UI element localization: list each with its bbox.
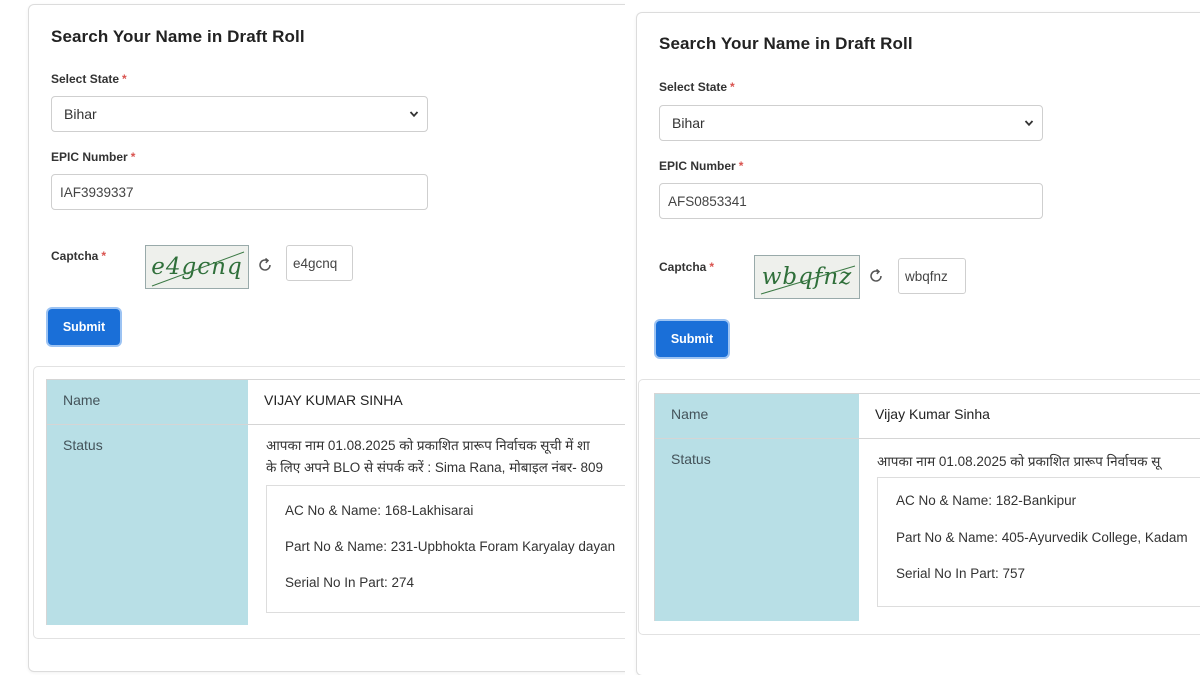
epic-number-label: EPIC Number *: [659, 159, 744, 173]
part-number-name: Part No & Name: 231-Upbhokta Foram Karya…: [285, 539, 616, 554]
page-title: Search Your Name in Draft Roll: [659, 34, 913, 53]
captcha-label: Captcha *: [51, 249, 107, 263]
epic-number-input[interactable]: IAF3939337: [51, 174, 428, 210]
captcha-input[interactable]: wbqfnz: [898, 258, 966, 294]
part-number-name: Part No & Name: 405-Ayurvedik College, K…: [896, 530, 1188, 545]
result-table: Name VIJAY KUMAR SINHA Status आपका नाम 0…: [46, 379, 625, 625]
status-message-line1: आपका नाम 01.08.2025 को प्रकाशित प्रारूप …: [877, 454, 1161, 469]
state-select[interactable]: Bihar: [659, 105, 1043, 141]
page-title: Search Your Name in Draft Roll: [51, 27, 305, 46]
select-state-label: Select State *: [51, 72, 127, 86]
ac-number-name: AC No & Name: 182-Bankipur: [896, 493, 1077, 508]
epic-number-label: EPIC Number *: [51, 150, 136, 164]
serial-number: Serial No In Part: 274: [285, 575, 415, 590]
state-select-value: Bihar: [64, 106, 97, 122]
state-select[interactable]: Bihar: [51, 96, 428, 132]
status-value-cell: आपका नाम 01.08.2025 को प्रकाशित प्रारूप …: [248, 425, 625, 625]
details-box: AC No & Name: 168-Lakhisarai Part No & N…: [266, 485, 625, 613]
state-select-value: Bihar: [672, 115, 705, 131]
status-message-line1: आपका नाम 01.08.2025 को प्रकाशित प्रारूप …: [266, 438, 590, 453]
left-screenshot-panel: Search Your Name in Draft Roll Select St…: [0, 0, 625, 675]
captcha-strike-line: [760, 265, 856, 295]
status-label-cell: Status: [655, 439, 859, 621]
serial-number: Serial No In Part: 757: [896, 566, 1026, 581]
submit-button[interactable]: Submit: [656, 321, 728, 357]
captcha-image: e4gcnq: [145, 245, 249, 289]
captcha-image: wbqfnz: [754, 255, 860, 299]
chevron-down-icon: [1024, 120, 1034, 127]
name-label-cell: Name: [47, 380, 248, 424]
captcha-input[interactable]: e4gcnq: [286, 245, 353, 281]
refresh-icon[interactable]: [256, 256, 274, 274]
chevron-down-icon: [409, 111, 419, 118]
name-label-cell: Name: [655, 394, 859, 438]
right-screenshot-panel: Search Your Name in Draft Roll Select St…: [632, 8, 1200, 675]
result-table: Name Vijay Kumar Sinha Status आपका नाम 0…: [654, 393, 1200, 621]
captcha-label: Captcha *: [659, 260, 715, 274]
details-box: AC No & Name: 182-Bankipur Part No & Nam…: [877, 477, 1200, 607]
refresh-icon[interactable]: [867, 267, 885, 285]
submit-button[interactable]: Submit: [48, 309, 120, 345]
status-label-cell: Status: [47, 425, 248, 625]
status-value-cell: आपका नाम 01.08.2025 को प्रकाशित प्रारूप …: [859, 439, 1200, 621]
epic-number-input[interactable]: AFS0853341: [659, 183, 1043, 219]
name-value-cell: VIJAY KUMAR SINHA: [248, 380, 625, 424]
name-value-cell: Vijay Kumar Sinha: [859, 394, 1200, 438]
status-message-line2: के लिए अपने BLO से संपर्क करें : Sima Ra…: [266, 460, 603, 475]
ac-number-name: AC No & Name: 168-Lakhisarai: [285, 503, 474, 518]
select-state-label: Select State *: [659, 80, 735, 94]
captcha-strike-line: [151, 251, 245, 287]
